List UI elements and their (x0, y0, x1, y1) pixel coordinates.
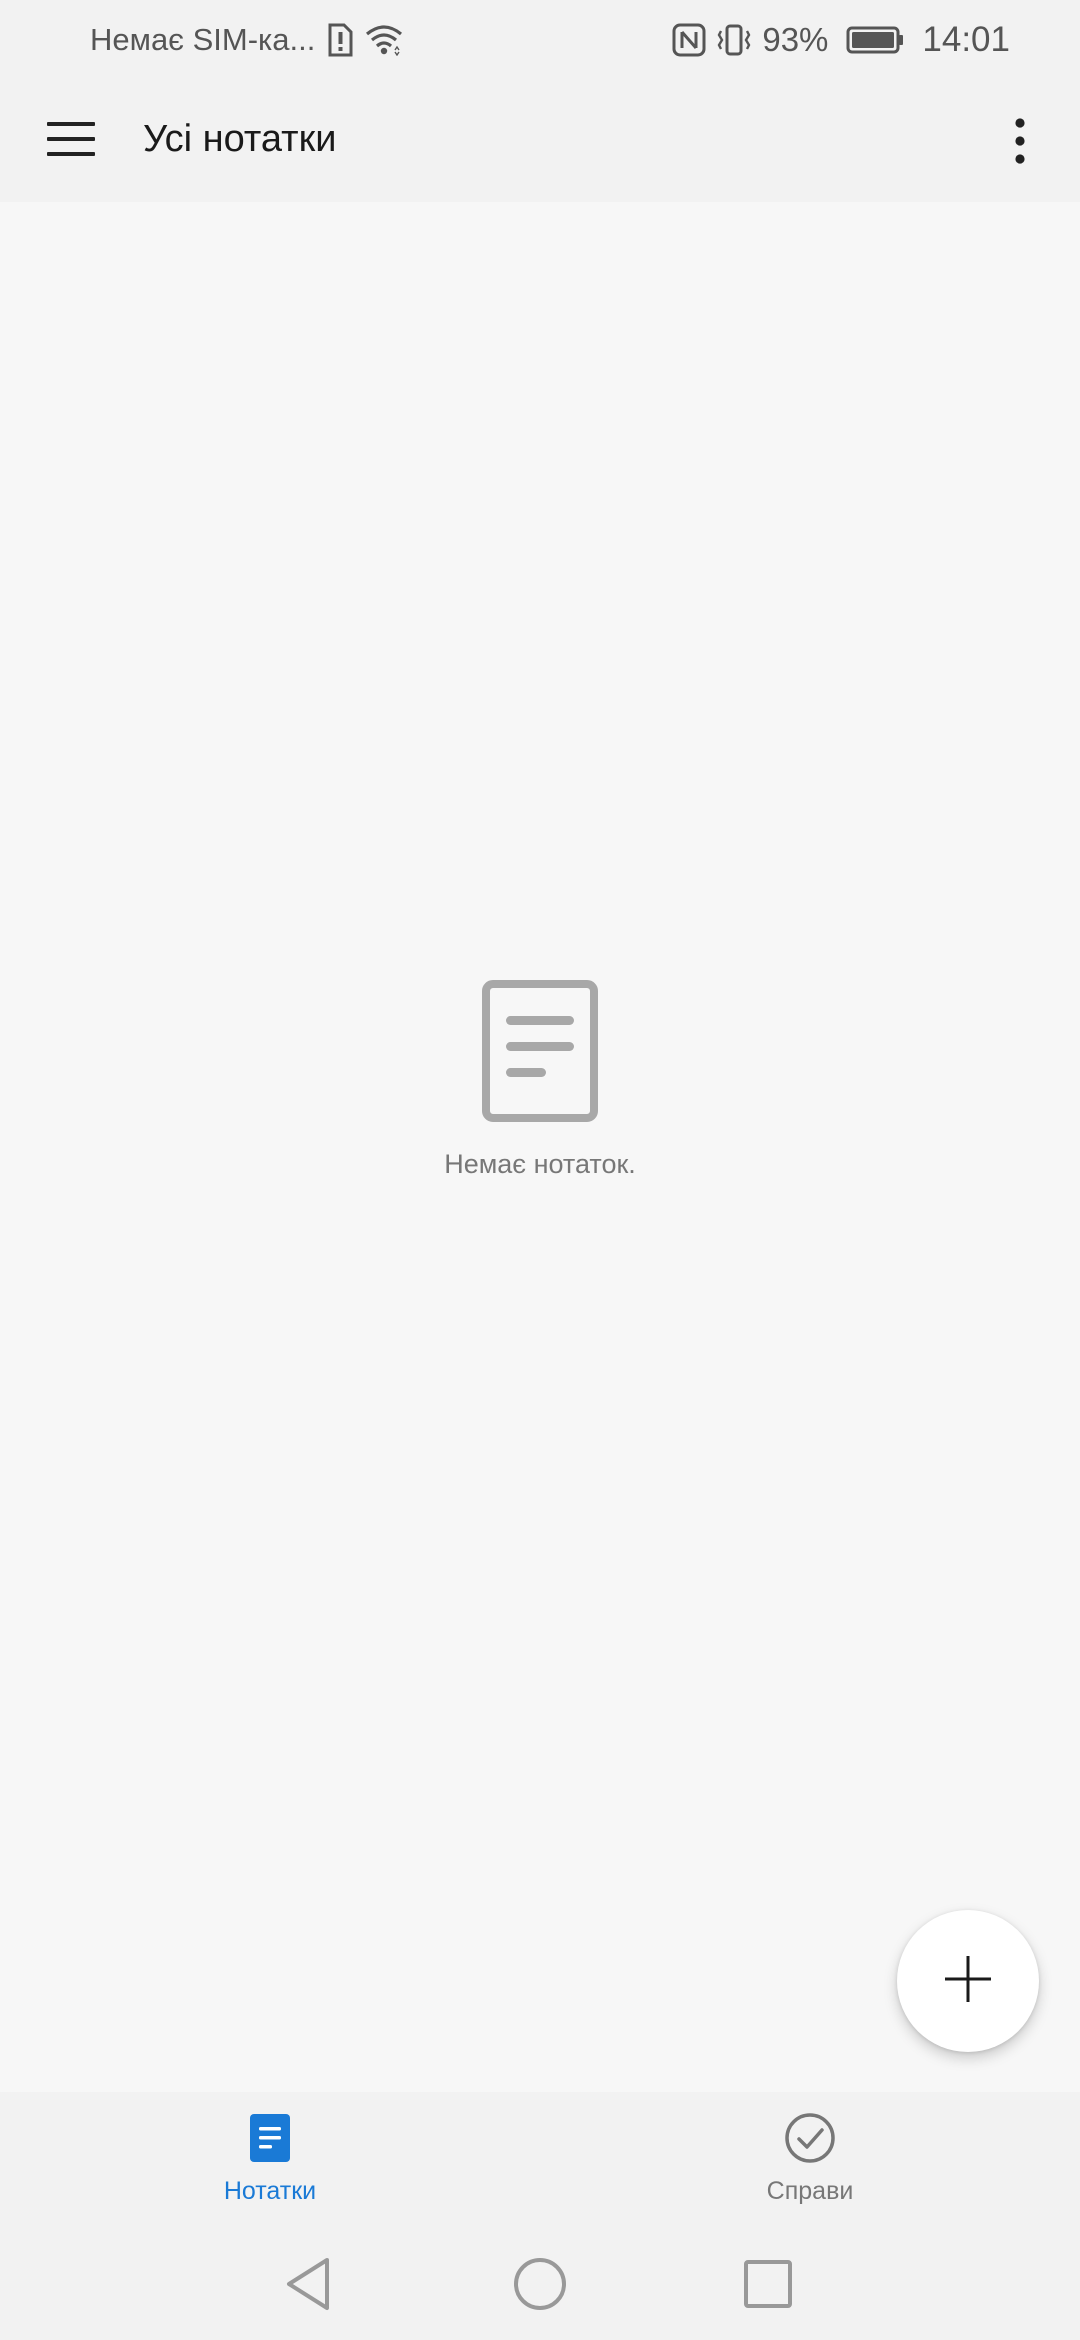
status-time: 14:01 (922, 20, 1010, 59)
sim-alert-icon (327, 23, 353, 57)
hamburger-menu-icon (47, 119, 95, 164)
status-left: Немає SIM-ка... (90, 20, 403, 60)
plus-icon (943, 1954, 993, 2009)
page-title: Усі нотатки (143, 118, 337, 160)
note-document-icon (482, 980, 598, 1127)
tab-todos-label: Справи (766, 2177, 854, 2205)
vibrate-icon (716, 23, 752, 57)
battery-icon (846, 25, 904, 55)
back-icon (283, 2256, 333, 2317)
more-vert-icon (1014, 117, 1026, 170)
empty-state: Немає нотаток. (0, 980, 1080, 1180)
overflow-menu-button[interactable] (990, 113, 1050, 173)
home-icon (513, 2257, 567, 2316)
notes-icon (248, 2112, 292, 2169)
carrier-text: Немає SIM-ка... (90, 22, 316, 57)
status-right: 93% 14:01 (672, 20, 1010, 60)
system-nav-bar (0, 2232, 1080, 2340)
menu-button[interactable] (40, 113, 102, 169)
empty-message: Немає нотаток. (444, 1149, 636, 1179)
nav-recents-button[interactable] (736, 2254, 800, 2318)
battery-percent: 93% (762, 21, 829, 58)
add-note-button[interactable] (897, 1910, 1039, 2052)
tab-notes[interactable]: Нотатки (120, 2112, 420, 2206)
tab-notes-label: Нотатки (223, 2177, 317, 2205)
bottom-tab-bar: Нотатки Справи (0, 2092, 1080, 2232)
notes-app-screen: Немає SIM-ка... 93% 14:01 Усі нотатки Не… (0, 0, 1080, 2340)
nav-home-button[interactable] (508, 2254, 572, 2318)
app-bar: Усі нотатки (0, 80, 1080, 202)
nfc-icon (672, 23, 706, 57)
status-bar: Немає SIM-ка... 93% 14:01 (0, 0, 1080, 80)
tab-todos[interactable]: Справи (660, 2112, 960, 2206)
check-circle-icon (784, 2112, 836, 2169)
recents-icon (743, 2259, 793, 2314)
wifi-icon (365, 24, 403, 56)
nav-back-button[interactable] (276, 2254, 340, 2318)
